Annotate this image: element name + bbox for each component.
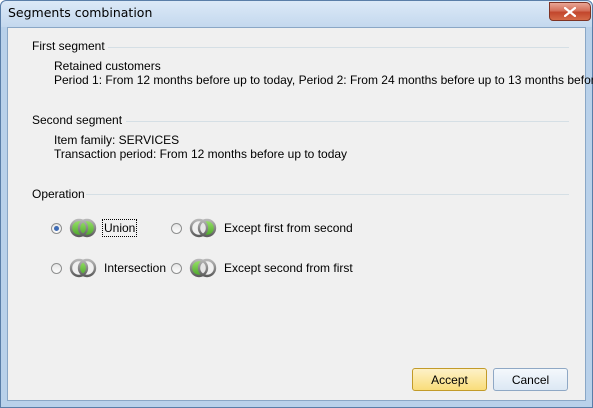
- close-button[interactable]: [549, 2, 591, 21]
- accept-button[interactable]: Accept: [412, 368, 487, 391]
- except-first-label: Except first from second: [224, 221, 353, 235]
- except-second-label: Except second from first: [224, 261, 353, 275]
- second-segment-line-2: Transaction period: From 12 months befor…: [54, 147, 348, 161]
- union-radio[interactable]: [51, 222, 62, 234]
- operation-heading: Operation: [32, 187, 85, 201]
- operation-divider: [86, 194, 569, 195]
- union-label: Union: [101, 219, 138, 237]
- option-union[interactable]: Union: [51, 216, 138, 240]
- except-first-radio[interactable]: [171, 222, 182, 234]
- close-icon: [564, 6, 576, 17]
- venn-intersection-icon: [69, 258, 97, 278]
- venn-except-second-icon: [189, 258, 217, 278]
- option-except-second-from-first[interactable]: Except second from first: [171, 256, 353, 280]
- intersection-label: Intersection: [104, 261, 167, 275]
- title-bar[interactable]: Segments combination: [1, 1, 592, 27]
- cancel-button[interactable]: Cancel: [493, 368, 568, 391]
- first-segment-divider: [108, 47, 569, 48]
- second-segment-heading: Second segment: [32, 113, 123, 127]
- venn-union-icon: [69, 218, 97, 238]
- first-segment-line-1: Retained customers: [54, 59, 161, 73]
- dialog-window: Segments combination First segment Retai…: [0, 0, 593, 408]
- first-segment-line-2: Period 1: From 12 months before up to to…: [54, 73, 593, 87]
- window-title: Segments combination: [8, 5, 153, 20]
- venn-except-first-icon: [189, 218, 217, 238]
- option-except-first-from-second[interactable]: Except first from second: [171, 216, 353, 240]
- second-segment-line-1: Item family: SERVICES: [54, 133, 180, 147]
- first-segment-heading: First segment: [32, 39, 105, 53]
- except-second-radio[interactable]: [171, 262, 182, 274]
- dialog-body: First segment Retained customers Period …: [7, 27, 593, 401]
- option-intersection[interactable]: Intersection: [51, 256, 166, 280]
- second-segment-divider: [126, 121, 569, 122]
- intersection-radio[interactable]: [51, 262, 62, 274]
